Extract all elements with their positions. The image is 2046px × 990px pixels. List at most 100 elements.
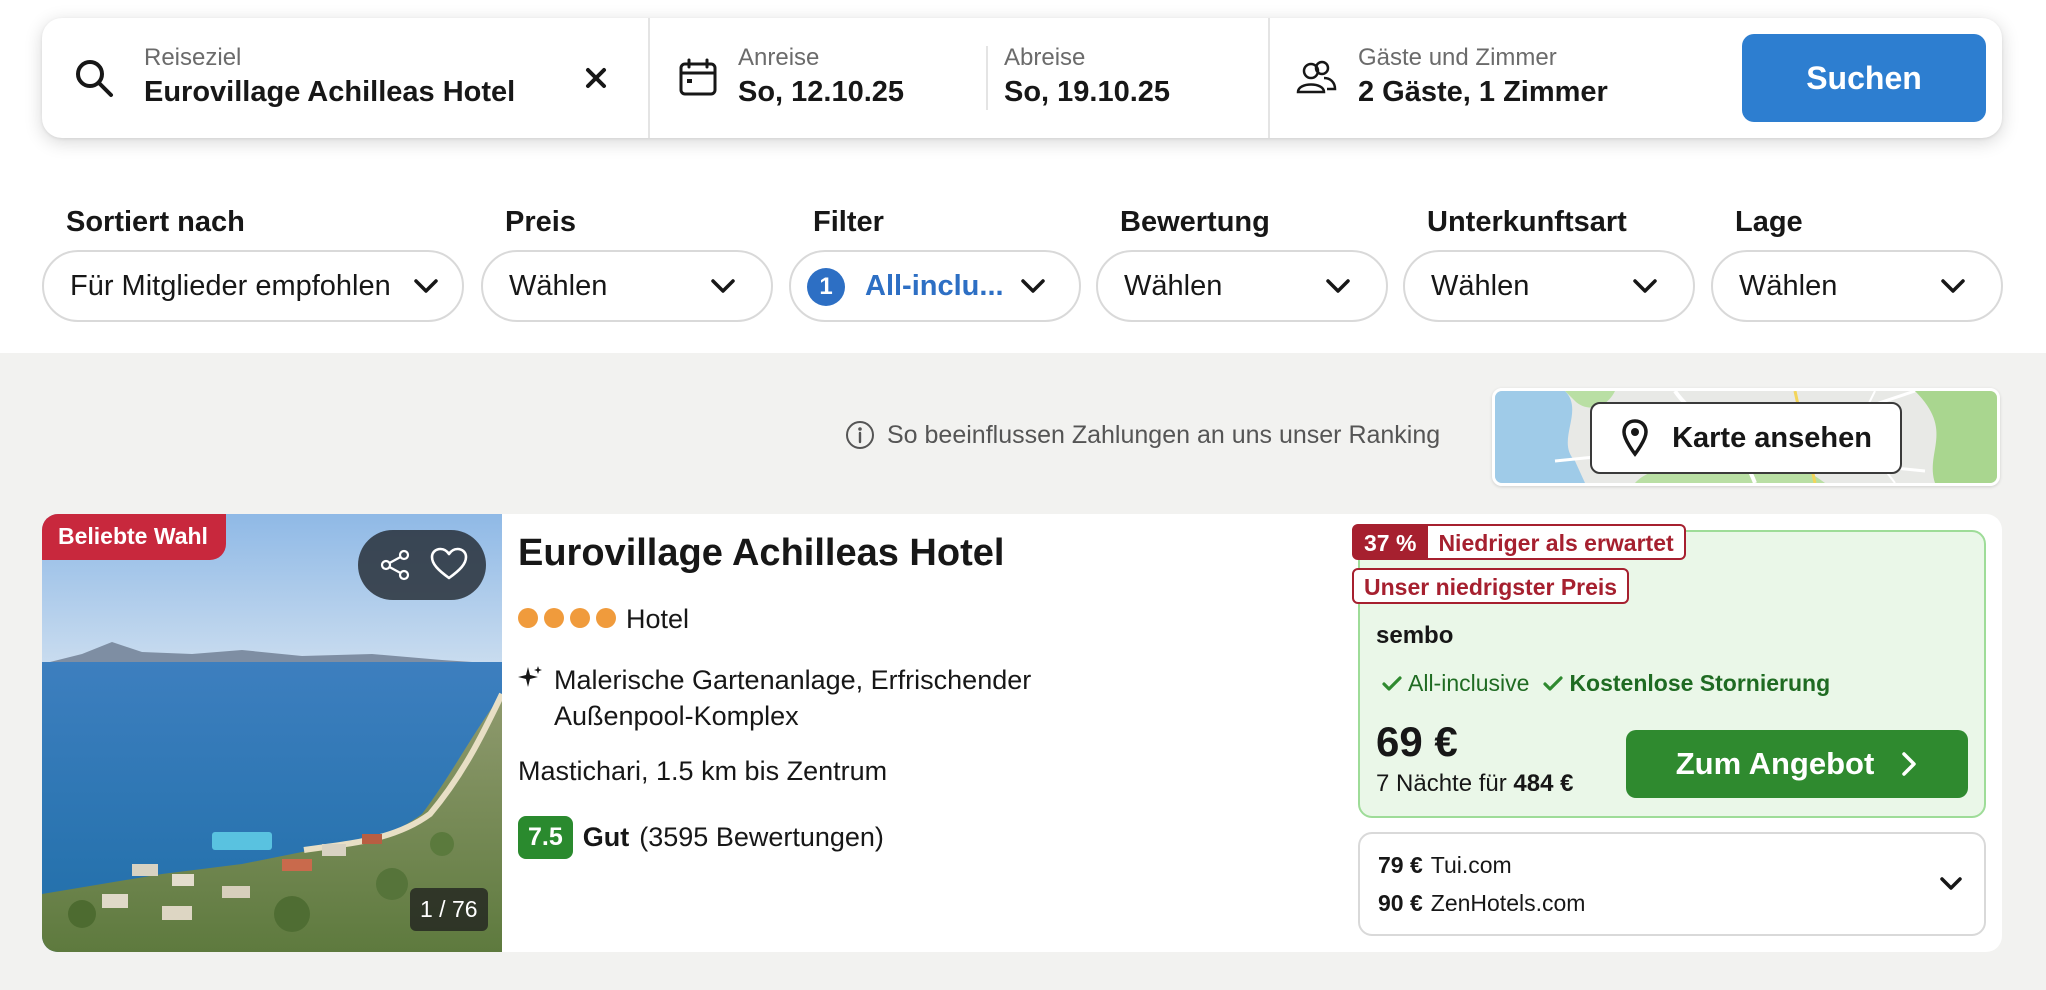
hotel-photo[interactable]: Beliebte Wahl 1 / 76	[42, 514, 502, 952]
sparkle-icon	[518, 666, 542, 687]
checkout-field[interactable]: Abreise So, 19.10.25	[988, 18, 1210, 138]
chevron-right-icon	[1902, 752, 1917, 776]
filter-rating-label: Bewertung	[1120, 206, 1270, 238]
offer-provider: sembo	[1376, 622, 1454, 649]
popular-choice-badge: Beliebte Wahl	[42, 514, 226, 560]
filter-location-label: Lage	[1735, 206, 1803, 238]
location-value: Wählen	[1739, 270, 1838, 302]
other-offer-price: 79 €	[1378, 852, 1423, 878]
feature-free-cancellation: Kostenlose Stornierung	[1543, 670, 1830, 697]
star-icon	[596, 608, 616, 628]
show-map-label: Karte ansehen	[1672, 421, 1872, 454]
lowest-price-tag: Unser niedrigster Preis	[1352, 568, 1630, 604]
guests-label: Gäste und Zimmer	[1358, 44, 1557, 71]
hotel-type: Hotel	[626, 604, 690, 634]
map-pin-icon	[1622, 419, 1648, 457]
sort-dropdown[interactable]: Für Mitglieder empfohlen	[42, 250, 464, 322]
other-offer-provider: Tui.com	[1430, 852, 1512, 878]
destination-label: Reiseziel	[144, 44, 242, 71]
other-offer-row: 90 € ZenHotels.com	[1378, 890, 1585, 917]
nightly-price: 69 €	[1376, 718, 1458, 765]
other-offer-price: 90 €	[1378, 890, 1423, 916]
price-value: Wählen	[509, 270, 608, 302]
share-icon[interactable]	[374, 544, 416, 586]
deal-badge: 37 % Niedriger als erwartet	[1352, 524, 1686, 560]
filter-location: Lage Wählen	[1711, 206, 2003, 322]
other-offer-row: 79 € Tui.com	[1378, 852, 1512, 879]
feature-2-label: Kostenlose Stornierung	[1569, 670, 1831, 696]
filter-price-label: Preis	[505, 206, 576, 238]
feature-all-inclusive: All-inclusive	[1382, 670, 1529, 697]
star-icon	[570, 608, 590, 628]
filter-dropdown[interactable]: 1 All-inclu...	[789, 250, 1081, 322]
checkin-label: Anreise	[738, 44, 820, 71]
filter-sort-label: Sortiert nach	[66, 206, 245, 238]
destination-field[interactable]: Reiseziel Eurovillage Achilleas Hotel	[42, 18, 654, 138]
view-offer-button[interactable]: Zum Angebot	[1626, 730, 1968, 798]
info-icon	[846, 421, 874, 449]
chevron-down-icon	[1941, 279, 1965, 293]
photo-actions	[358, 530, 486, 600]
guests-icon	[1296, 60, 1337, 94]
filter-filter: Filter 1 All-inclu...	[789, 206, 1081, 322]
show-map-button[interactable]: Karte ansehen	[1590, 402, 1902, 474]
check-icon	[1382, 675, 1402, 691]
nights-text: 7 Nächte für	[1376, 770, 1507, 797]
checkout-value: So, 19.10.25	[1004, 76, 1171, 108]
discount-text: Niedriger als erwartet	[1428, 524, 1686, 560]
filter-sort: Sortiert nach Für Mitglieder empfohlen	[42, 206, 464, 322]
ranking-info-link[interactable]: So beeinflussen Zahlungen an uns unser R…	[845, 420, 1440, 450]
location-dropdown[interactable]: Wählen	[1711, 250, 2003, 322]
hotel-stars	[518, 608, 616, 628]
discount-percent: 37 %	[1352, 524, 1429, 560]
close-icon[interactable]	[574, 56, 618, 100]
calendar-icon	[679, 58, 717, 96]
rating-word: Gut	[582, 822, 630, 852]
sort-value: Für Mitglieder empfohlen	[70, 270, 391, 302]
photo-counter: 1 / 76	[410, 888, 488, 931]
guests-value: 2 Gäste, 1 Zimmer	[1358, 76, 1608, 108]
check-icon	[1543, 675, 1564, 691]
hotel-card: Beliebte Wahl 1 / 76 Eurovillage Achille…	[42, 514, 2002, 952]
chevron-down-icon	[414, 279, 438, 293]
chevron-down-icon	[1633, 279, 1657, 293]
hotel-name[interactable]: Eurovillage Achilleas Hotel	[518, 532, 1004, 575]
star-icon	[518, 608, 538, 628]
chevron-down-icon	[711, 279, 735, 293]
ranking-info-text: So beeinflussen Zahlungen an uns unser R…	[887, 420, 1441, 449]
filter-rating: Bewertung Wählen	[1096, 206, 1388, 322]
feature-1-label: All-inclusive	[1408, 670, 1530, 696]
total-price-line: 7 Nächte für 484 €	[1376, 770, 1573, 798]
total-price: 484 €	[1513, 770, 1574, 797]
rating-score: 7.5	[518, 816, 573, 859]
filter-value: All-inclu...	[865, 270, 1004, 302]
property-type-dropdown[interactable]: Wählen	[1403, 250, 1695, 322]
other-offers-dropdown[interactable]: 79 € Tui.com 90 € ZenHotels.com	[1358, 832, 1986, 936]
hotel-location: Mastichari, 1.5 km bis Zentrum	[518, 756, 888, 786]
heart-icon[interactable]	[428, 544, 470, 586]
filter-price: Preis Wählen	[481, 206, 773, 322]
checkout-label: Abreise	[1004, 44, 1086, 71]
chevron-down-icon	[1021, 279, 1045, 293]
search-icon	[76, 60, 113, 97]
destination-value[interactable]: Eurovillage Achilleas Hotel	[144, 76, 515, 109]
search-bar: Reiseziel Eurovillage Achilleas Hotel An…	[42, 18, 2002, 138]
other-offer-provider: ZenHotels.com	[1430, 890, 1586, 916]
chevron-down-icon	[1940, 877, 1962, 890]
filter-property-type: Unterkunftsart Wählen	[1403, 206, 1695, 322]
filter-filter-label: Filter	[813, 206, 884, 238]
checkin-field[interactable]: Anreise So, 12.10.25	[650, 18, 1030, 138]
filter-property-type-label: Unterkunftsart	[1427, 206, 1627, 238]
offer-features: All-inclusive Kostenlose Stornierung	[1382, 670, 1830, 697]
review-count: (3595 Bewertungen)	[639, 822, 884, 852]
chevron-down-icon	[1326, 279, 1350, 293]
guests-field[interactable]: Gäste und Zimmer 2 Gäste, 1 Zimmer	[1270, 18, 1710, 138]
price-dropdown[interactable]: Wählen	[481, 250, 773, 322]
hotel-highlights: Malerische Gartenanlage, Erfrischender A…	[554, 665, 1032, 731]
checkin-value: So, 12.10.25	[738, 76, 905, 108]
filter-count-badge: 1	[807, 268, 845, 306]
hotel-rating[interactable]: 7.5 Gut (3595 Bewertungen)	[518, 816, 884, 859]
property-type-value: Wählen	[1431, 270, 1530, 302]
search-button[interactable]: Suchen	[1742, 34, 1986, 122]
rating-dropdown[interactable]: Wählen	[1096, 250, 1388, 322]
